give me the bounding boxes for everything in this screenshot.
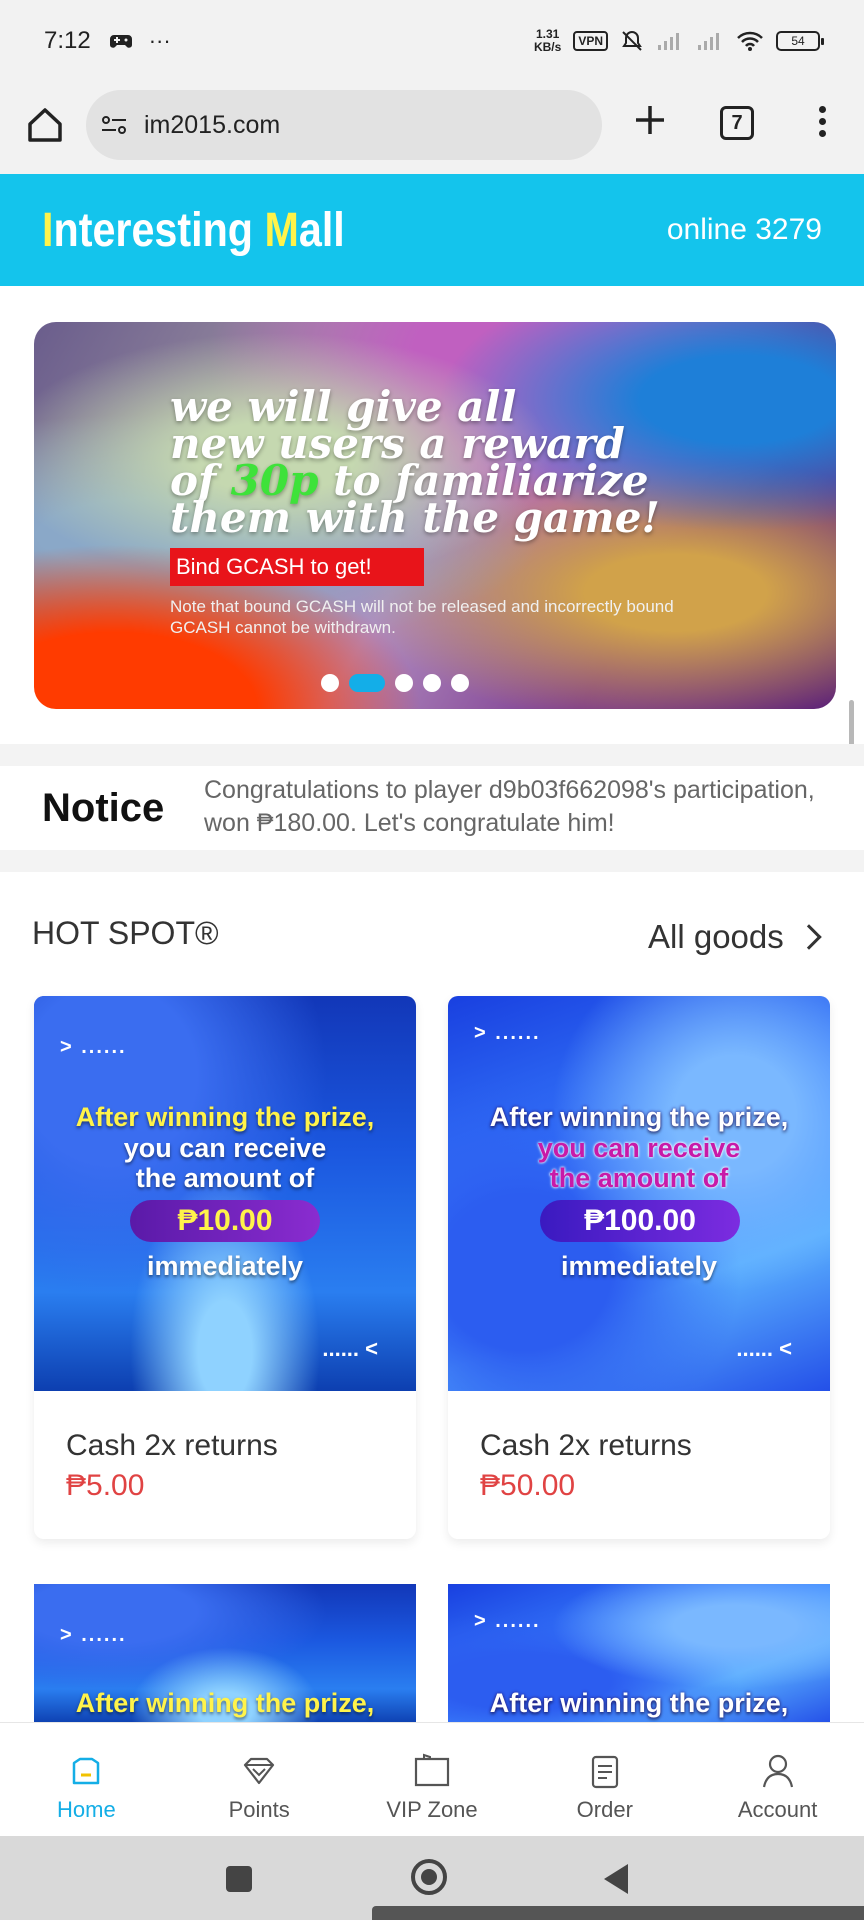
product-price: ₱5.00 (66, 1469, 145, 1502)
carousel-dot[interactable] (451, 674, 469, 692)
folder-icon (414, 1753, 450, 1787)
notice-text: Congratulations to player d9b03f662098's… (204, 776, 815, 837)
address-bar[interactable]: im2015.com (86, 90, 602, 160)
back-button[interactable] (604, 1864, 628, 1894)
chevron-right-icon (796, 924, 822, 950)
promo-banner[interactable]: we will give all new users a reward of 3… (34, 322, 836, 709)
site-title[interactable]: Interesting Mall (42, 203, 345, 258)
product-name: Cash 2x returns (480, 1429, 692, 1462)
wifi-icon (737, 31, 763, 51)
nav-vip-zone[interactable]: VIP Zone (346, 1723, 519, 1836)
carousel-dot-active[interactable] (349, 674, 385, 692)
tab-switcher-button[interactable]: 7 (720, 106, 754, 140)
carousel-dot[interactable] (423, 674, 441, 692)
site-settings-icon[interactable] (100, 113, 128, 137)
banner-note: Note that bound GCASH will not be releas… (170, 597, 674, 637)
signal-icon-2 (698, 33, 719, 50)
nav-account[interactable]: Account (691, 1723, 864, 1836)
online-count: online 3279 (666, 213, 822, 246)
product-price: ₱50.00 (480, 1469, 576, 1502)
battery-icon: 54 (776, 31, 824, 51)
home-icon (73, 1757, 100, 1785)
nav-points[interactable]: Points (173, 1723, 346, 1836)
product-card[interactable]: > ...... After winning the prize, you ca… (34, 996, 416, 1539)
network-speed: 1.31 KB/s (533, 27, 562, 54)
site-header: Interesting Mall online 3279 (0, 174, 864, 286)
notice-bar: Notice Congratulations to player d9b03f6… (0, 766, 864, 850)
divider (0, 744, 864, 766)
game-controller-icon (109, 35, 132, 48)
nav-order[interactable]: Order (518, 1723, 691, 1836)
gesture-bar (372, 1906, 864, 1920)
product-card[interactable]: > ...... After winning the prize, (448, 1584, 830, 1724)
url-text: im2015.com (144, 110, 281, 139)
signal-icon (658, 33, 679, 50)
home-button[interactable] (22, 102, 68, 148)
product-card[interactable]: > ...... After winning the prize, (34, 1584, 416, 1724)
divider (0, 850, 864, 872)
nav-home[interactable]: Home (0, 1723, 173, 1836)
product-name: Cash 2x returns (66, 1429, 278, 1462)
order-list-icon (591, 1755, 618, 1789)
all-goods-link[interactable]: All goods (648, 918, 822, 956)
vpn-icon: VPN (573, 31, 608, 51)
carousel-dot[interactable] (395, 674, 413, 692)
banner-bind-label: Bind GCASH to get! (170, 548, 424, 586)
section-title: HOT SPOT® (32, 915, 219, 951)
person-icon (762, 1754, 793, 1788)
banner-headline: we will give all new users a reward of 3… (170, 382, 660, 542)
browser-toolbar: im2015.com 7 (0, 82, 864, 174)
diamond-icon (244, 1757, 275, 1785)
status-bar: 7:12 ··· 1.31 KB/s VPN 54 (0, 0, 864, 82)
product-image: > ...... After winning the prize, you ca… (448, 996, 830, 1391)
system-home-button[interactable] (411, 1859, 447, 1895)
bell-muted-icon (622, 30, 642, 51)
carousel-dots (34, 674, 796, 692)
product-card[interactable]: > ...... After winning the prize, you ca… (448, 996, 830, 1539)
new-tab-button[interactable] (628, 98, 672, 142)
notice-label: Notice (42, 786, 165, 830)
more-dots-icon: ··· (148, 28, 171, 53)
product-image: > ...... After winning the prize, you ca… (34, 996, 416, 1391)
screen: { "status_bar": { "time": "7:12", "left_… (0, 0, 864, 1920)
recents-button[interactable] (226, 1866, 252, 1892)
browser-menu-button[interactable] (812, 102, 832, 146)
carousel-dot[interactable] (321, 674, 339, 692)
status-time: 7:12 (44, 27, 91, 54)
bottom-nav: Home Points VIP Zone Order Account (0, 1722, 864, 1836)
